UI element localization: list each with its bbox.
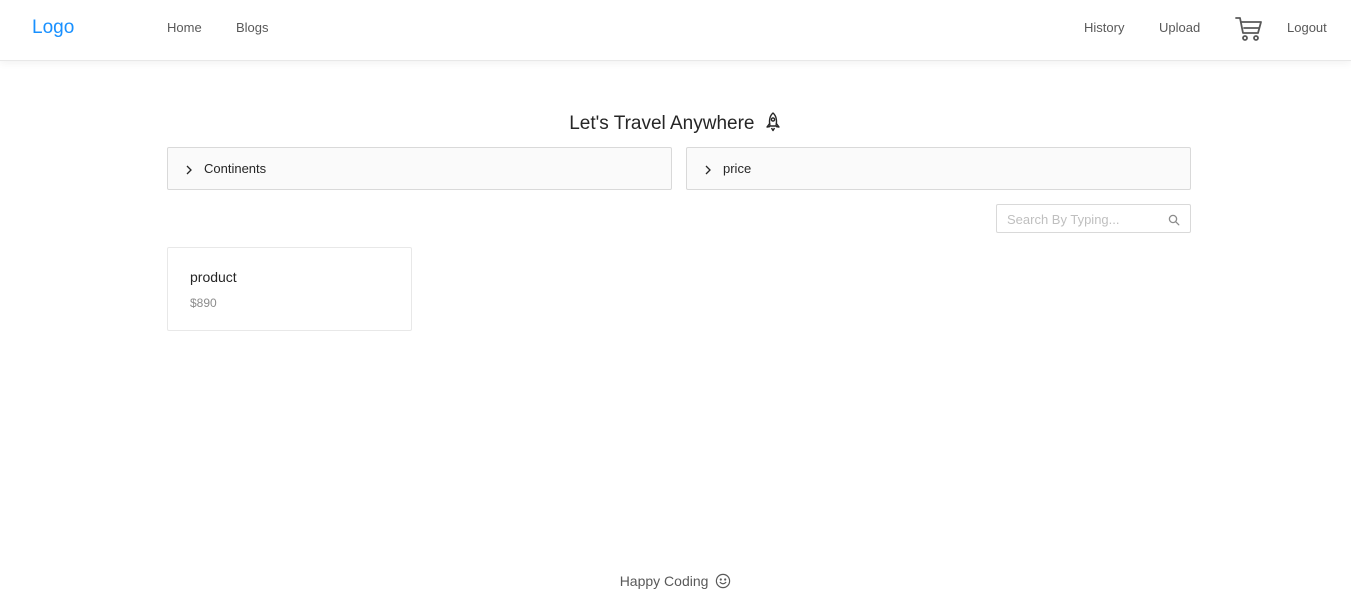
search-box — [996, 204, 1191, 233]
continents-filter-panel[interactable]: Continents — [167, 147, 672, 190]
rocket-icon — [764, 112, 782, 138]
chevron-right-icon — [703, 163, 713, 175]
nav-history-link[interactable]: History — [1084, 20, 1124, 35]
page-title: Let's Travel Anywhere — [569, 113, 755, 134]
shopping-cart-icon[interactable] — [1235, 16, 1263, 42]
navbar: Logo Home Blogs History Upload Logout — [0, 0, 1351, 61]
continents-filter-label: Continents — [204, 161, 267, 176]
page-title-row: Let's Travel Anywhere — [0, 112, 1351, 138]
price-filter-panel[interactable]: price — [686, 147, 1191, 190]
product-title: product — [190, 269, 237, 285]
search-input[interactable] — [1007, 210, 1157, 228]
logo-link[interactable]: Logo — [32, 17, 74, 39]
nav-home-link[interactable]: Home — [167, 20, 202, 35]
product-price: $890 — [190, 296, 217, 310]
nav-logout-link[interactable]: Logout — [1287, 20, 1327, 35]
product-card[interactable]: product $890 — [167, 247, 412, 331]
nav-upload-link[interactable]: Upload — [1159, 20, 1200, 35]
nav-blogs-link[interactable]: Blogs — [236, 20, 269, 35]
chevron-right-icon — [184, 163, 194, 175]
smile-icon — [715, 573, 731, 592]
footer: Happy Coding — [0, 573, 1351, 592]
search-icon[interactable] — [1168, 213, 1180, 226]
price-filter-label: price — [723, 161, 752, 176]
footer-text: Happy Coding — [619, 573, 709, 589]
